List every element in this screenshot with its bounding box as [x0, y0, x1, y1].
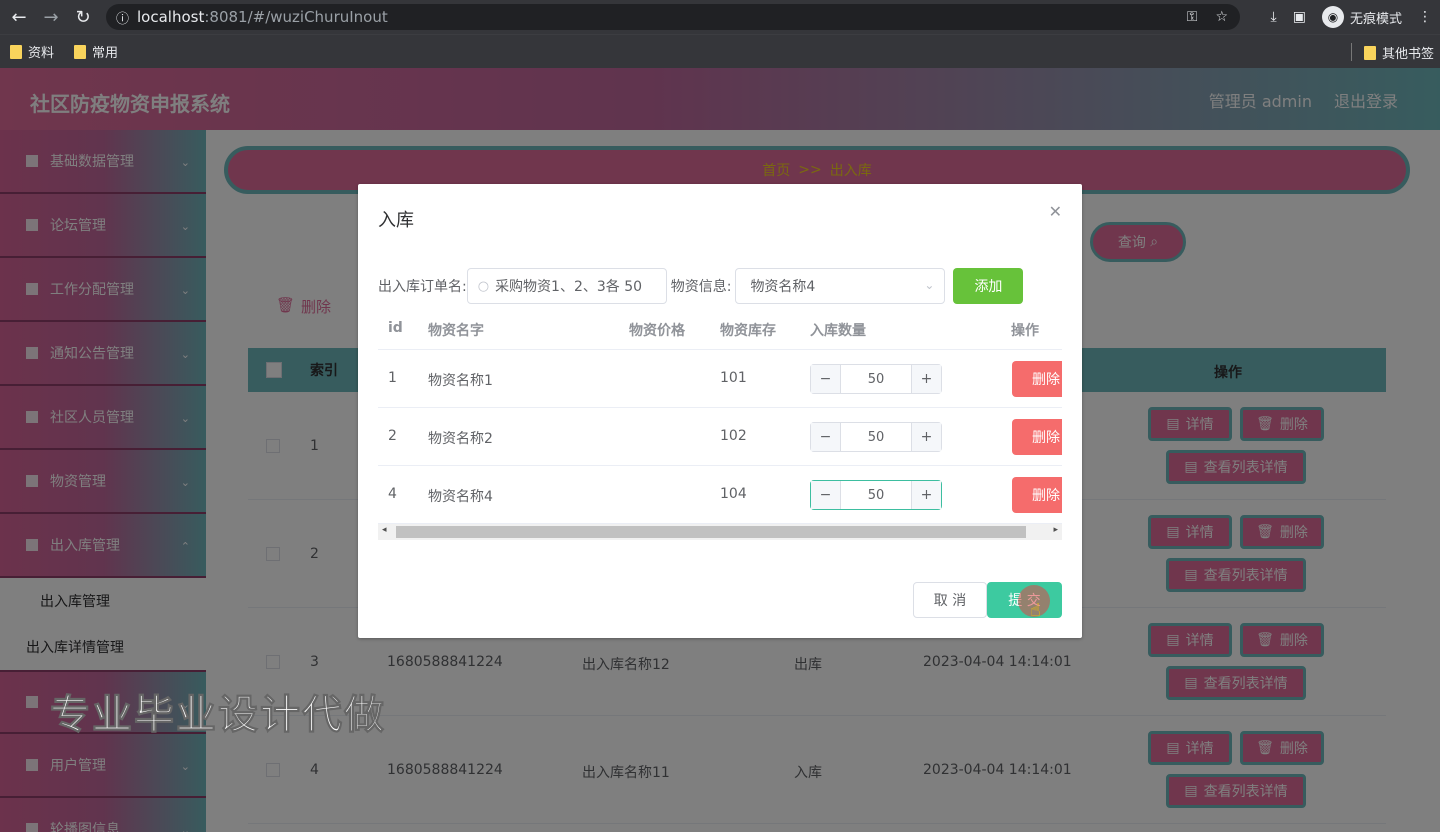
key-icon[interactable]: ⚿ [1187, 9, 1198, 25]
goods-stock: 102 [720, 428, 747, 444]
pointer-hand-icon: ☝ [1030, 600, 1041, 621]
bookmark-separator [1351, 43, 1352, 61]
address-bar[interactable]: ⓘ localhost:8081/#/wuziChuruInout ⚿ ☆ [106, 4, 1240, 30]
modal-overlay-top [0, 68, 1440, 130]
chevron-down-icon: ⌄ [924, 278, 935, 292]
goods-id: 1 [388, 370, 397, 386]
watermark-text: 专业毕业设计代做 [50, 692, 386, 739]
row-delete-button[interactable]: 删除 [1012, 419, 1062, 455]
column-header-stock: 物资库存 [720, 323, 776, 339]
info-icon[interactable]: ⓘ [116, 8, 129, 27]
order-name-input[interactable]: ○ 采购物资1、2、3各 50 [466, 268, 667, 304]
dialog-title: 入库 [378, 210, 414, 231]
folder-icon [1363, 45, 1376, 60]
goods-row: 1 物资名称1 101 − 50 + 删除 [378, 350, 1062, 408]
cancel-button[interactable]: 取 消 [913, 582, 987, 618]
row-delete-button[interactable]: 删除 [1012, 477, 1062, 513]
goods-table: id 物资名字 物资价格 物资库存 入库数量 操作 1 物资名称1 101 − … [378, 310, 1062, 524]
quantity-value[interactable]: 50 [841, 372, 911, 387]
plus-icon[interactable]: + [911, 423, 941, 451]
order-name-label: 出入库订单名: [378, 279, 467, 295]
goods-stock: 104 [720, 486, 747, 502]
bookmark-folder[interactable]: 常用 [74, 42, 118, 61]
url-path: :8081/#/wuziChuruInout [204, 8, 388, 26]
minus-icon[interactable]: − [811, 365, 841, 393]
column-header-id: id [388, 320, 403, 336]
quantity-stepper: − 50 + [810, 364, 942, 394]
quantity-stepper: − 50 + [810, 422, 942, 452]
folder-icon [74, 44, 87, 59]
close-icon[interactable]: ✕ [1049, 202, 1062, 221]
minus-icon[interactable]: − [811, 481, 841, 509]
incognito-icon: ◉ [1321, 6, 1344, 28]
incognito-indicator[interactable]: ◉ 无痕模式 [1321, 6, 1402, 28]
column-header-qty: 入库数量 [810, 323, 866, 339]
goods-select[interactable]: 物资名称4 ⌄ [735, 268, 946, 304]
back-icon[interactable]: ← [6, 4, 32, 30]
folder-icon [10, 44, 22, 59]
column-header-op: 操作 [1011, 323, 1039, 339]
quantity-value[interactable]: 50 [841, 488, 911, 503]
dialog-form-row: 出入库订单名: ○ 采购物资1、2、3各 50 物资信息: 物资名称4 ⌄ 添加 [378, 268, 1024, 304]
quantity-value[interactable]: 50 [841, 430, 911, 445]
horizontal-scrollbar[interactable]: ◂ ▸ [378, 524, 1062, 540]
minus-icon[interactable]: − [811, 423, 841, 451]
goods-name: 物资名称2 [428, 431, 493, 447]
browser-chrome: ← → ↻ ⓘ localhost:8081/#/wuziChuruInout … [0, 0, 1440, 68]
goods-name: 物资名称1 [428, 373, 493, 389]
scrollbar-thumb[interactable] [396, 526, 1026, 538]
add-button[interactable]: 添加 [953, 268, 1024, 304]
scroll-right-icon[interactable]: ▸ [1053, 525, 1058, 535]
goods-row: 2 物资名称2 102 − 50 + 删除 [378, 408, 1062, 466]
inbound-dialog: 入库 ✕ 出入库订单名: ○ 采购物资1、2、3各 50 物资信息: 物资名称4 ⌄… [358, 184, 1082, 638]
reload-icon[interactable]: ↻ [70, 4, 96, 30]
column-header-price: 物资价格 [629, 323, 685, 339]
browser-toolbar: ← → ↻ ⓘ localhost:8081/#/wuziChuruInout … [0, 0, 1440, 34]
goods-id: 2 [388, 428, 397, 444]
search-icon: ○ [477, 278, 490, 294]
plus-icon[interactable]: + [911, 481, 941, 509]
row-delete-button[interactable]: 删除 [1012, 361, 1062, 397]
bookmarks-bar: 资料 常用 其他书签 [0, 34, 1440, 68]
goods-id: 4 [388, 486, 397, 502]
scroll-left-icon[interactable]: ◂ [382, 525, 387, 535]
url-host: localhost [137, 8, 205, 26]
forward-icon[interactable]: → [38, 4, 64, 30]
goods-table-header: id 物资名字 物资价格 物资库存 入库数量 操作 [378, 310, 1062, 350]
goods-row: 4 物资名称4 104 − 50 + 删除 [378, 466, 1062, 524]
quantity-stepper: − 50 + [810, 480, 942, 510]
plus-icon[interactable]: + [911, 365, 941, 393]
menu-icon[interactable]: ⋮ [1418, 9, 1432, 25]
column-header-name: 物资名字 [428, 323, 484, 339]
goods-name: 物资名称4 [428, 489, 493, 505]
goods-info-label: 物资信息: [670, 279, 732, 295]
star-icon[interactable]: ☆ [1215, 9, 1228, 25]
goods-stock: 101 [720, 370, 747, 386]
other-bookmarks[interactable]: 其他书签 [1363, 43, 1434, 62]
sidepanel-icon[interactable]: ▣ [1293, 9, 1306, 25]
bookmark-folder[interactable]: 资料 [10, 42, 54, 61]
download-icon[interactable]: ⤓ [1271, 9, 1277, 25]
